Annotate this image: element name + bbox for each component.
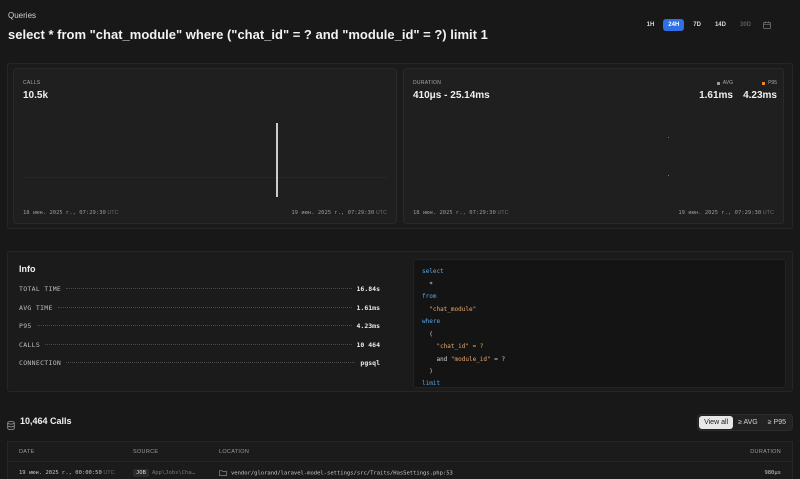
duration-range-end: 19 июн. 2025 г., 07:29:30 UTC xyxy=(678,210,774,216)
info-row-avg-time: AVG TIME 1.61ms xyxy=(19,304,380,312)
sql-line: limit xyxy=(422,380,441,387)
p95-value: 4.23ms xyxy=(743,90,777,101)
source-badge: JOB xyxy=(133,469,149,477)
calls-label: CALLS xyxy=(23,80,41,86)
filter-above-p95-button[interactable]: ≥ P95 xyxy=(763,416,791,429)
duration-card: DURATION 410μs - 25.14ms AVG P95 1.61ms … xyxy=(403,68,784,224)
calls-list-header: 10,464 Calls xyxy=(7,416,72,430)
table-row-source[interactable]: JOB App\Jobs\Cha… xyxy=(133,469,195,477)
sql-line: "chat_id" = ? xyxy=(436,343,484,350)
period-24h[interactable]: 24H xyxy=(663,19,685,31)
calls-value: 10.5k xyxy=(23,90,49,101)
duration-point xyxy=(668,175,669,176)
database-icon xyxy=(7,417,15,430)
duration-range-start: 18 июн. 2025 г., 07:29:30 UTC xyxy=(413,210,509,216)
page-title: select * from "chat_module" where ("chat… xyxy=(8,27,488,42)
info-row-calls: CALLS 10 464 xyxy=(19,341,380,349)
folder-icon xyxy=(219,470,227,476)
legend-p95: P95 xyxy=(762,80,777,86)
p95-dot-icon xyxy=(762,81,766,85)
calls-chart-baseline xyxy=(23,177,387,178)
column-header-date[interactable]: DATE xyxy=(19,449,34,455)
table-row-duration: 980μs xyxy=(764,470,781,476)
period-30d: 30D xyxy=(739,22,751,28)
period-7d[interactable]: 7D xyxy=(688,19,706,31)
calendar-icon[interactable] xyxy=(760,19,774,31)
info-row-total-time: TOTAL TIME 16.84s xyxy=(19,285,380,293)
column-header-source[interactable]: SOURCE xyxy=(133,449,158,455)
duration-point xyxy=(668,137,669,138)
breadcrumb[interactable]: Queries xyxy=(8,11,36,20)
calls-range-start: 18 июн. 2025 г., 07:29:30 UTC xyxy=(23,210,119,216)
sql-code-block[interactable]: select * from "chat_module" where ( "cha… xyxy=(413,259,786,388)
info-row-p95: P95 4.23ms xyxy=(19,322,380,330)
sql-line: select xyxy=(422,268,444,275)
column-header-location[interactable]: LOCATION xyxy=(219,449,249,455)
period-selector: 1H 24H 7D 14D 30D xyxy=(642,19,774,31)
sql-line: and "module_id" = ? xyxy=(436,356,506,363)
sql-line: from xyxy=(422,293,437,300)
calls-filter-group: View all ≥ AVG ≥ P95 xyxy=(697,414,793,431)
sql-line: ) xyxy=(429,368,433,375)
filter-above-avg-button[interactable]: ≥ AVG xyxy=(733,416,763,429)
period-14d[interactable]: 14D xyxy=(710,19,731,31)
table-header-divider xyxy=(8,461,792,462)
info-row-connection: CONNECTION pgsql xyxy=(19,359,380,367)
calls-card: CALLS 10.5k 18 июн. 2025 г., 07:29:30 UT… xyxy=(13,68,397,224)
sql-line: where xyxy=(422,318,441,325)
column-header-duration[interactable]: DURATION xyxy=(750,449,781,455)
info-title: Info xyxy=(19,264,36,274)
calls-table: DATE SOURCE LOCATION DURATION 19 июн. 20… xyxy=(7,441,793,479)
duration-label: DURATION xyxy=(413,80,442,86)
calls-count: 10,464 Calls xyxy=(20,416,72,426)
sql-line: "chat_module" xyxy=(429,306,477,313)
calls-range-end: 19 июн. 2025 г., 07:29:30 UTC xyxy=(291,210,387,216)
filter-view-all-button[interactable]: View all xyxy=(699,416,734,429)
sql-line: * xyxy=(429,281,433,288)
table-row-location[interactable]: vendor/glorand/laravel-model-settings/sr… xyxy=(219,470,453,476)
sql-line: ( xyxy=(429,331,433,338)
period-1h[interactable]: 1H xyxy=(642,19,660,31)
avg-value: 1.61ms xyxy=(699,90,733,101)
legend-avg: AVG xyxy=(716,80,733,86)
duration-value: 410μs - 25.14ms xyxy=(413,90,490,101)
table-row-date[interactable]: 19 июн. 2025 г., 00:00:50 UTC xyxy=(19,470,115,476)
avg-dot-icon xyxy=(716,81,720,85)
calls-chart-bar xyxy=(276,123,278,197)
